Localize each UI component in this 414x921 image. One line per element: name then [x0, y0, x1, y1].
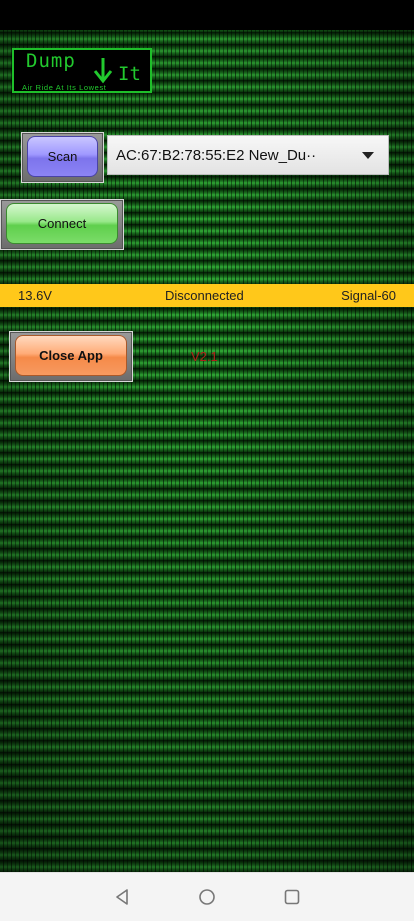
dump-it-logo: Dump It Air Ride At Its Lowest	[12, 48, 152, 93]
device-select-value: AC:67:B2:78:55:E2 New_Du··	[116, 146, 317, 164]
close-app-button-frame: Close App	[9, 331, 133, 382]
voltage-readout: 13.6V	[18, 288, 52, 303]
app-content: Dump It Air Ride At Its Lowest Scan AC:6…	[0, 30, 414, 872]
connection-status: Disconnected	[165, 288, 244, 303]
square-recents-icon[interactable]	[282, 887, 302, 907]
logo-tagline: Air Ride At Its Lowest	[22, 83, 107, 92]
logo-word-dump: Dump	[26, 50, 76, 72]
circle-home-icon[interactable]	[197, 887, 217, 907]
system-navigation-bar	[0, 872, 414, 921]
caret-down-icon	[362, 151, 374, 159]
phone-screen: Dump It Air Ride At Its Lowest Scan AC:6…	[0, 0, 414, 921]
version-label: V2.1	[191, 349, 218, 364]
signal-readout: Signal-60	[341, 288, 396, 303]
triangle-back-icon[interactable]	[113, 887, 133, 907]
device-select[interactable]: AC:67:B2:78:55:E2 New_Du··	[107, 135, 389, 175]
system-status-bar	[0, 0, 414, 30]
logo-word-it: It	[118, 63, 141, 85]
close-app-button[interactable]: Close App	[15, 335, 127, 376]
status-strip: 13.6V Disconnected Signal-60	[0, 284, 414, 307]
connect-button[interactable]: Connect	[6, 203, 118, 244]
arrow-down-icon	[93, 58, 113, 84]
scan-button[interactable]: Scan	[27, 136, 98, 177]
scan-button-frame: Scan	[21, 132, 104, 183]
connect-button-frame: Connect	[0, 199, 124, 250]
